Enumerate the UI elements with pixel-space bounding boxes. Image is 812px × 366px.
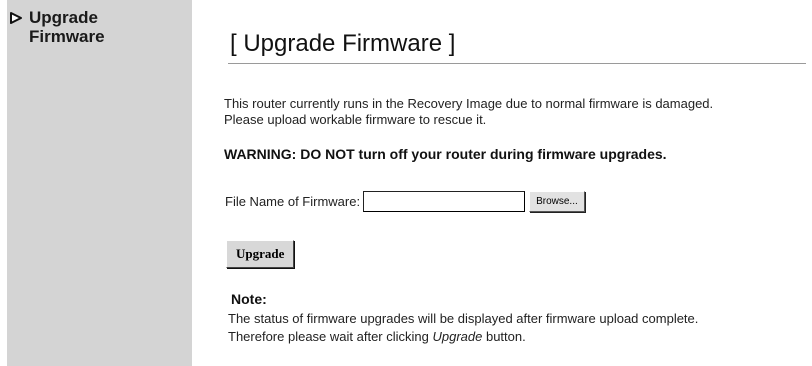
title-divider: [228, 63, 806, 64]
upgrade-button[interactable]: Upgrade: [226, 240, 295, 268]
firmware-file-row: File Name of Firmware: Browse...: [225, 191, 585, 212]
note-line1: The status of firmware upgrades will be …: [228, 311, 699, 326]
description-text: This router currently runs in the Recove…: [224, 96, 713, 128]
page-title: [ Upgrade Firmware ]: [230, 30, 456, 57]
note-line2-emphasis: Upgrade: [432, 329, 483, 344]
description-line1: This router currently runs in the Recove…: [224, 96, 714, 111]
warning-text: WARNING: DO NOT turn off your router dur…: [224, 146, 667, 162]
note-body: The status of firmware upgrades will be …: [228, 310, 698, 346]
sidebar-item-label: Upgrade Firmware: [29, 8, 105, 46]
sidebar-item-label-line1: Upgrade: [29, 8, 98, 27]
sidebar-item-label-line2: Firmware: [29, 27, 105, 46]
description-line2: Please upload workable firmware to rescu…: [224, 112, 487, 127]
firmware-file-label: File Name of Firmware:: [225, 194, 361, 209]
note-line2-pre: Therefore please wait after clicking: [228, 329, 433, 344]
browse-button[interactable]: Browse...: [529, 191, 585, 212]
triangle-bullet-icon: [9, 8, 29, 30]
firmware-file-input[interactable]: [363, 191, 526, 212]
note-line2: Therefore please wait after clicking Upg…: [228, 328, 698, 346]
note-title: Note:: [231, 291, 267, 307]
note-line2-post: button.: [482, 329, 526, 344]
sidebar: Upgrade Firmware: [7, 0, 192, 366]
sidebar-item-upgrade-firmware[interactable]: Upgrade Firmware: [9, 8, 105, 46]
